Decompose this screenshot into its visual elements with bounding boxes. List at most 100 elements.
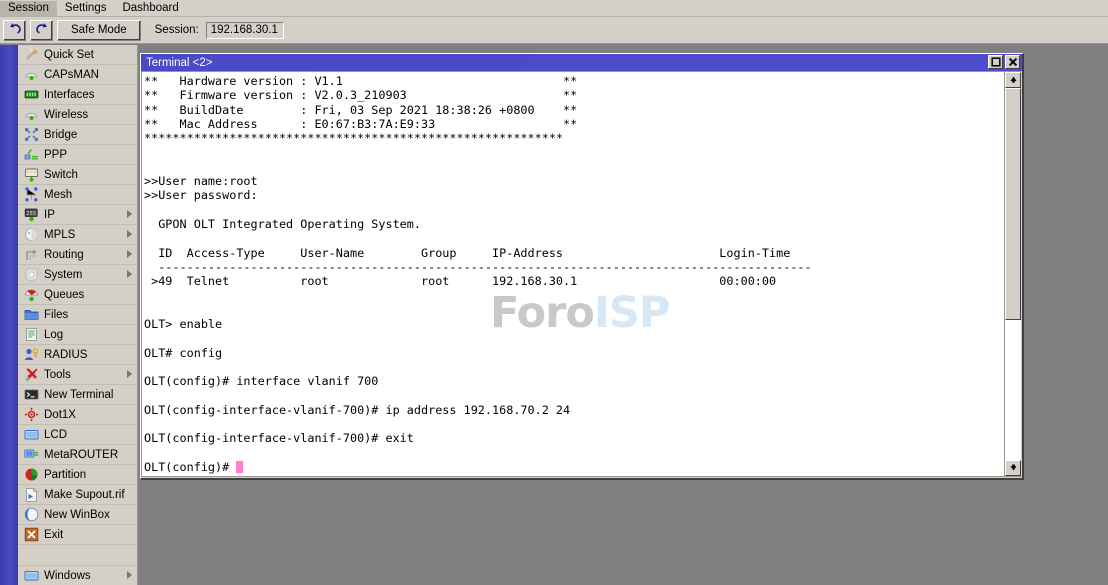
- toolbar: Safe Mode Session: 192.168.30.1: [0, 17, 1108, 44]
- chevron-right-icon: [127, 210, 132, 218]
- sidebar-item-label: Routing: [44, 249, 84, 261]
- sidebar-item-new-winbox[interactable]: New WinBox: [18, 505, 137, 525]
- sidebar-item-mesh[interactable]: Mesh: [18, 185, 137, 205]
- scroll-up-icon: [1009, 71, 1018, 89]
- terminal-title-bar[interactable]: Terminal <2>: [141, 54, 1022, 71]
- safe-mode-button[interactable]: Safe Mode: [57, 20, 141, 41]
- sidebar-item-label: Wireless: [44, 109, 88, 121]
- sidebar-item-label: Exit: [44, 529, 63, 541]
- sidebar-item-system[interactable]: System: [18, 265, 137, 285]
- sidebar-item-label: System: [44, 269, 82, 281]
- metarouter-icon: [23, 447, 39, 463]
- maximize-button[interactable]: [988, 55, 1003, 69]
- ip-icon: 255: [23, 207, 39, 223]
- sidebar-item-exit[interactable]: Exit: [18, 525, 137, 545]
- maximize-icon: [991, 57, 1001, 67]
- sidebar-menu: Quick Set CAPsMAN Interfa: [18, 45, 138, 585]
- chevron-right-icon: [127, 370, 132, 378]
- redo-button[interactable]: [30, 20, 53, 41]
- sidebar-separator: [18, 545, 137, 566]
- sidebar-item-queues[interactable]: Queues: [18, 285, 137, 305]
- sidebar-item-mpls[interactable]: MPLS: [18, 225, 137, 245]
- sidebar-item-capsman[interactable]: CAPsMAN: [18, 65, 137, 85]
- log-icon: [23, 327, 39, 343]
- terminal-text: ** Hardware version : V1.1 ** ** Firmwar…: [144, 74, 1000, 474]
- scroll-up-button[interactable]: [1005, 72, 1021, 88]
- mpls-icon: [23, 227, 39, 243]
- sidebar-item-lcd[interactable]: LCD: [18, 425, 137, 445]
- sidebar-item-files[interactable]: Files: [18, 305, 137, 325]
- gear-icon: [23, 267, 39, 283]
- sidebar-item-partition[interactable]: Partition: [18, 465, 137, 485]
- sidebar-item-label: LCD: [44, 429, 67, 441]
- undo-icon: [8, 22, 22, 38]
- sidebar-item-interfaces[interactable]: Interfaces: [18, 85, 137, 105]
- sidebar-item-label: MPLS: [44, 229, 75, 241]
- scroll-down-button[interactable]: [1005, 460, 1021, 476]
- sidebar-item-label: Mesh: [44, 189, 72, 201]
- sidebar-item-label: New Terminal: [44, 389, 113, 401]
- redo-icon: [35, 22, 49, 38]
- sidebar-item-routing[interactable]: Routing: [18, 245, 137, 265]
- sidebar-item-label: MetaROUTER: [44, 449, 118, 461]
- terminal-icon: [23, 387, 39, 403]
- lcd-icon: [23, 568, 39, 584]
- sidebar-item-label: RADIUS: [44, 349, 87, 361]
- menu-dashboard[interactable]: Dashboard: [114, 1, 186, 16]
- sidebar-item-label: IP: [44, 209, 55, 221]
- dot1x-icon: [23, 407, 39, 423]
- chevron-right-icon: [127, 571, 132, 579]
- session-address-field[interactable]: 192.168.30.1: [206, 22, 284, 39]
- sidebar-item-label: Dot1X: [44, 409, 76, 421]
- sidebar-item-label: Log: [44, 329, 63, 341]
- sidebar-item-label: Interfaces: [44, 89, 95, 101]
- scroll-down-icon: [1009, 459, 1018, 477]
- terminal-scrollbar[interactable]: [1004, 72, 1021, 476]
- partition-icon: [23, 467, 39, 483]
- sidebar-item-label: Tools: [44, 369, 71, 381]
- queues-icon: [23, 287, 39, 303]
- menu-session[interactable]: Session: [0, 1, 57, 16]
- svg-text:255: 255: [26, 211, 36, 217]
- menu-bar: Session Settings Dashboard: [0, 0, 1108, 17]
- terminal-content: ** Hardware version : V1.1 ** ** Firmwar…: [144, 74, 812, 474]
- scrollbar-thumb[interactable]: [1005, 88, 1021, 320]
- sidebar-item-ppp[interactable]: PPP: [18, 145, 137, 165]
- ppp-icon: [23, 147, 39, 163]
- chevron-right-icon: [127, 270, 132, 278]
- sidebar-item-label: PPP: [44, 149, 67, 161]
- sidebar-item-metarouter[interactable]: MetaROUTER: [18, 445, 137, 465]
- routing-icon: [23, 247, 39, 263]
- scrollbar-track[interactable]: [1005, 88, 1021, 460]
- terminal-output-area[interactable]: ForoISP ** Hardware version : V1.1 ** **…: [141, 71, 1021, 477]
- sidebar-item-label: New WinBox: [44, 509, 110, 521]
- sidebar-item-radius[interactable]: RADIUS: [18, 345, 137, 365]
- close-icon: [1008, 57, 1018, 67]
- sidebar-item-dot1x[interactable]: Dot1X: [18, 405, 137, 425]
- lcd-icon: [23, 427, 39, 443]
- switch-icon: [23, 167, 39, 183]
- chevron-right-icon: [127, 250, 132, 258]
- sidebar-item-quick-set[interactable]: Quick Set: [18, 45, 137, 65]
- sidebar-item-new-terminal[interactable]: New Terminal: [18, 385, 137, 405]
- block-cursor: [236, 461, 243, 473]
- sidebar-item-label: Partition: [44, 469, 86, 481]
- radius-icon: [23, 347, 39, 363]
- sidebar-item-label: CAPsMAN: [44, 69, 99, 81]
- sidebar-item-switch[interactable]: Switch: [18, 165, 137, 185]
- undo-button[interactable]: [3, 20, 26, 41]
- session-label: Session:: [155, 24, 199, 36]
- sidebar-item-label: Switch: [44, 169, 78, 181]
- sidebar-item-wireless[interactable]: Wireless: [18, 105, 137, 125]
- sidebar-item-tools[interactable]: Tools: [18, 365, 137, 385]
- antenna-icon: [23, 107, 39, 123]
- sidebar-item-bridge[interactable]: Bridge: [18, 125, 137, 145]
- sidebar-item-ip[interactable]: 255 IP: [18, 205, 137, 225]
- close-button[interactable]: [1005, 55, 1020, 69]
- winbox-icon: [23, 507, 39, 523]
- menu-settings[interactable]: Settings: [57, 1, 115, 16]
- sidebar-item-log[interactable]: Log: [18, 325, 137, 345]
- sidebar-item-make-supout[interactable]: Make Supout.rif: [18, 485, 137, 505]
- sidebar-item-windows[interactable]: Windows: [18, 566, 137, 585]
- wand-icon: [23, 47, 39, 63]
